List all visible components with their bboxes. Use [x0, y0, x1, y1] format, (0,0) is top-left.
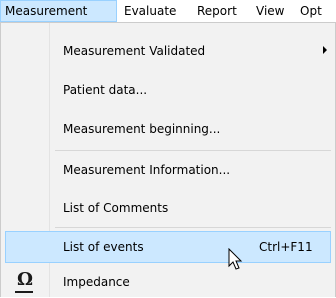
- menu-item-measurement-information[interactable]: Measurement Information...: [5, 154, 331, 186]
- menu-item-measurement-beginning[interactable]: Measurement beginning...: [5, 113, 331, 145]
- measurement-dropdown-menu: Measurement Validated Patient data... Me…: [0, 22, 336, 297]
- menu-item-label: Measurement Validated: [63, 44, 206, 58]
- menu-separator: [55, 227, 331, 228]
- menu-item-patient-data[interactable]: Patient data...: [5, 74, 331, 106]
- menubar-item-label: Report: [197, 4, 237, 18]
- menu-item-shortcut: Ctrl+F11: [259, 240, 313, 254]
- submenu-arrow-icon: [323, 46, 327, 54]
- menu-item-label: Patient data...: [63, 83, 148, 97]
- menubar-item-label: Measurement: [5, 4, 88, 18]
- menu-bar: Measurement Evaluate Report View Opt: [0, 0, 336, 23]
- menubar-item-label: View: [256, 4, 285, 18]
- menubar-item-evaluate[interactable]: Evaluate: [124, 0, 176, 22]
- menu-item-label: Measurement Information...: [63, 163, 231, 177]
- menu-item-label: Measurement beginning...: [63, 122, 221, 136]
- menubar-item-measurement[interactable]: Measurement: [0, 0, 117, 22]
- menu-item-list-of-events[interactable]: List of events Ctrl+F11: [5, 231, 331, 263]
- menu-item-measurement-validated[interactable]: Measurement Validated: [5, 35, 331, 67]
- menubar-item-label: Evaluate: [124, 4, 177, 18]
- mouse-pointer-icon: [228, 248, 243, 270]
- menu-separator: [55, 150, 331, 151]
- menu-item-label: List of Comments: [63, 201, 169, 215]
- menubar-item-report[interactable]: Report: [197, 0, 237, 22]
- menubar-item-view[interactable]: View: [256, 0, 284, 22]
- menubar-item-label: Opt: [300, 4, 322, 18]
- menu-item-list-of-comments[interactable]: List of Comments: [5, 192, 331, 224]
- menubar-item-options[interactable]: Opt: [300, 0, 336, 22]
- menu-item-impedance[interactable]: Ω Impedance: [5, 266, 331, 298]
- omega-icon-underline: [15, 291, 33, 293]
- menu-item-label: List of events: [63, 240, 144, 254]
- menu-item-label: Impedance: [63, 275, 130, 289]
